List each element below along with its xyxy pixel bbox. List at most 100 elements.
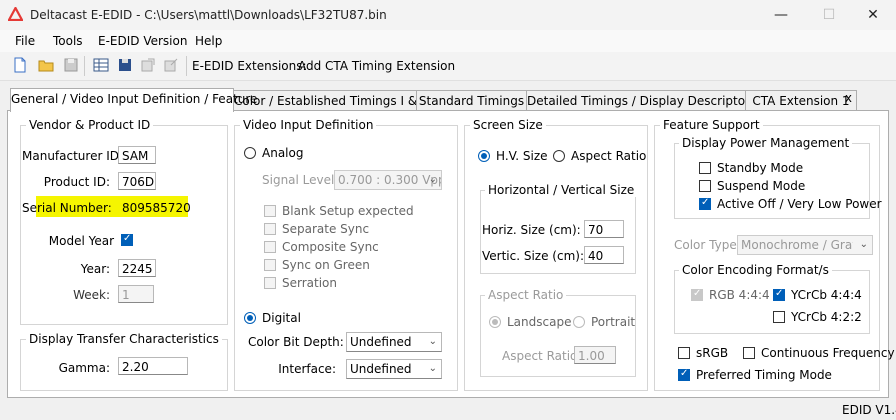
video-input-title: Video Input Definition [240, 118, 377, 132]
tab-cta-extension[interactable]: CTA Extension 1 x [745, 90, 857, 111]
aspect-ratio-radio[interactable] [553, 150, 565, 162]
serial-number-input[interactable]: 809585720 [118, 198, 191, 216]
active-off-label: Active Off / Very Low Power [717, 197, 882, 211]
year-label: Year: [80, 262, 110, 276]
color-type-value: Monochrome / Grayscale [741, 238, 853, 252]
portrait-label: Portrait [591, 315, 636, 329]
app-icon [8, 7, 23, 21]
separate-sync-label: Separate Sync [282, 222, 370, 236]
aspect-ratio-input[interactable]: 1.00 [574, 346, 616, 364]
tab-cta-extension-label: CTA Extension 1 [752, 94, 850, 108]
color-type-label: Color Type: [674, 238, 741, 252]
sync-on-green-checkbox[interactable] [264, 259, 276, 271]
digital-radio[interactable] [244, 312, 256, 324]
menu-bar: File Tools E-EDID Version Help [0, 30, 896, 52]
year-input[interactable]: 2245 [118, 259, 156, 277]
menu-file[interactable]: File [15, 34, 35, 48]
model-year-label: Model Year [48, 234, 114, 248]
bit-depth-value: Undefined [350, 335, 412, 349]
transfer-title: Display Transfer Characteristics [26, 332, 222, 346]
srgb-label: sRGB [696, 346, 729, 360]
interface-label: Interface: [278, 362, 336, 376]
gamma-label: Gamma: [58, 361, 110, 375]
add-cta-extension-button[interactable]: Add CTA Timing Extension [298, 59, 455, 73]
week-input[interactable]: 1 [118, 285, 154, 303]
preferred-timing-checkbox[interactable] [678, 368, 690, 381]
model-year-checkbox[interactable] [121, 233, 133, 246]
save-icon[interactable] [63, 57, 79, 73]
tab-standard-timings[interactable]: Standard Timings [416, 90, 527, 111]
interface-value: Undefined [350, 362, 412, 376]
open-folder-icon[interactable] [38, 57, 54, 73]
close-button[interactable]: ✕ [850, 0, 896, 30]
vendor-product-title: Vendor & Product ID [26, 118, 154, 132]
menu-tools[interactable]: Tools [53, 34, 83, 48]
aspect-ratio-value-label: Aspect Ratio: [502, 349, 582, 363]
composite-sync-checkbox[interactable] [264, 241, 276, 253]
vert-size-input[interactable]: 40 [584, 246, 624, 264]
minimize-button[interactable]: — [758, 0, 804, 30]
landscape-radio[interactable] [489, 316, 501, 328]
feature-support-title: Feature Support [660, 118, 763, 132]
continuous-frequency-checkbox[interactable] [743, 347, 755, 359]
suspend-checkbox[interactable] [699, 180, 711, 192]
ycrcb422-checkbox[interactable] [773, 311, 785, 323]
analog-radio[interactable] [244, 147, 256, 159]
digital-label: Digital [262, 311, 301, 325]
standby-checkbox[interactable] [699, 162, 711, 174]
interface-select[interactable]: Undefined ⌄ [346, 359, 442, 379]
new-file-icon[interactable] [12, 57, 28, 73]
horiz-size-input[interactable]: 70 [584, 220, 624, 238]
save-disk-icon[interactable] [117, 57, 133, 73]
extensions-label: E-EDID Extensions: [192, 59, 307, 73]
window-title: Deltacast E-EDID - C:\Users\mattl\Downlo… [30, 8, 387, 22]
menu-eedid-version[interactable]: E-EDID Version [98, 34, 187, 48]
horiz-size-label: Horiz. Size (cm): [482, 223, 581, 237]
manufacturer-id-input[interactable]: SAM [118, 146, 156, 164]
separate-sync-checkbox[interactable] [264, 223, 276, 235]
analog-label: Analog [262, 146, 304, 160]
tab-panel: Vendor & Product ID Manufacturer ID: SAM… [7, 110, 895, 398]
tab-color[interactable]: Color / Established Timings I & II [233, 90, 428, 111]
close-tab-icon[interactable]: x [845, 88, 852, 108]
rgb444-label: RGB 4:4:4 [709, 288, 770, 302]
color-type-select[interactable]: Monochrome / Grayscale ⌄ [737, 235, 873, 255]
portrait-radio[interactable] [573, 316, 585, 328]
rgb444-checkbox[interactable] [691, 288, 703, 301]
tab-general[interactable]: General / Video Input Definition / Featu… [10, 88, 257, 112]
export-icon[interactable] [140, 57, 156, 73]
tab-detailed-timings[interactable]: Detailed Timings / Display Descriptors [526, 90, 756, 111]
menu-help[interactable]: Help [195, 34, 222, 48]
continuous-frequency-label: Continuous Frequency [761, 346, 895, 360]
composite-sync-label: Composite Sync [282, 240, 379, 254]
ycrcb444-checkbox[interactable] [773, 288, 785, 301]
screen-size-title: Screen Size [470, 118, 546, 132]
landscape-label: Landscape [507, 315, 572, 329]
table-icon[interactable] [93, 57, 109, 73]
manufacturer-id-label: Manufacturer ID: [22, 149, 124, 163]
aspect-ratio-group-title: Aspect Ratio [485, 288, 567, 302]
blank-setup-label: Blank Setup expected [282, 204, 414, 218]
gamma-input[interactable]: 2.20 [118, 357, 188, 375]
chevron-down-icon: ⌄ [428, 363, 437, 374]
chevron-down-icon: ⌄ [859, 239, 868, 250]
product-id-input[interactable]: 706D [118, 172, 156, 190]
signal-level-select[interactable]: 0.700 : 0.300 Vpp ⌄ [334, 170, 442, 190]
color-encoding-title: Color Encoding Format/s [679, 263, 832, 277]
blank-setup-checkbox[interactable] [264, 205, 276, 217]
bit-depth-label: Color Bit Depth: [248, 335, 344, 349]
serration-label: Serration [282, 276, 337, 290]
hv-size-radio[interactable] [478, 150, 490, 162]
toolbar-separator [84, 56, 85, 76]
import-icon[interactable] [163, 57, 179, 73]
bit-depth-select[interactable]: Undefined ⌄ [346, 332, 442, 352]
serration-checkbox[interactable] [264, 277, 276, 289]
active-off-checkbox[interactable] [699, 197, 711, 210]
product-id-label: Product ID: [43, 175, 110, 189]
srgb-checkbox[interactable] [678, 347, 690, 359]
aspect-ratio-label: Aspect Ratio [571, 149, 647, 163]
maximize-button[interactable]: ☐ [806, 0, 852, 30]
hv-size-group-title: Horizontal / Vertical Size [485, 183, 638, 197]
chevron-down-icon: ⌄ [428, 336, 437, 347]
serial-number-label: Serial Number: [22, 201, 112, 215]
